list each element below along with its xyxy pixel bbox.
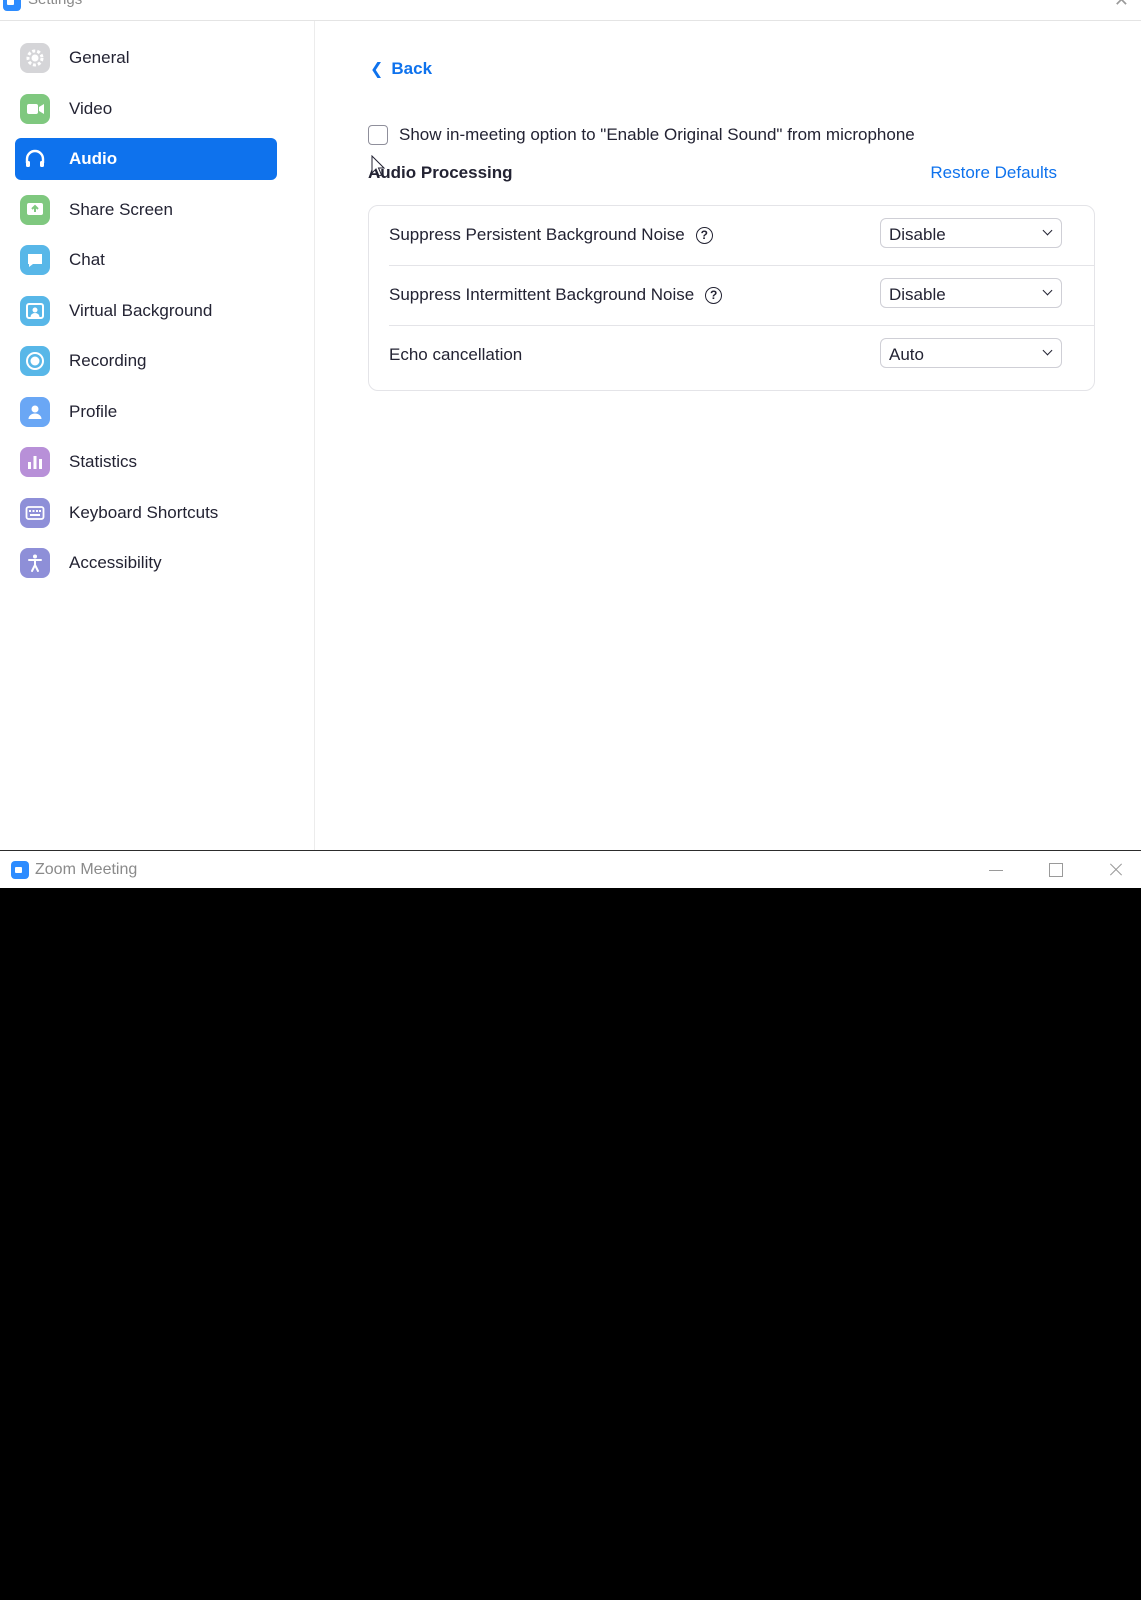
chevron-down-icon <box>1042 285 1053 296</box>
audio-settings-content: ❮ Back Show in-meeting option to "Enable… <box>315 21 1141 850</box>
restore-defaults-link[interactable]: Restore Defaults <box>930 163 1057 183</box>
help-icon[interactable]: ? <box>705 286 723 304</box>
sidebar-item-label: Recording <box>69 351 147 370</box>
help-icon[interactable]: ? <box>695 226 713 244</box>
gear-icon <box>20 43 50 73</box>
sidebar-item-chat[interactable]: Chat <box>15 239 277 281</box>
audio-processing-panel: Suppress Persistent Background Noise ? D… <box>368 205 1095 391</box>
suppress-intermittent-noise-select[interactable]: Disable <box>880 278 1062 308</box>
select-value: Disable <box>889 225 946 244</box>
accessibility-icon <box>20 548 50 578</box>
sidebar-item-statistics[interactable]: Statistics <box>15 441 277 483</box>
original-sound-label: Show in-meeting option to "Enable Origin… <box>399 125 915 144</box>
profile-icon <box>20 397 50 427</box>
sidebar-item-general[interactable]: General <box>15 37 277 79</box>
row-label-text: Echo cancellation <box>389 345 523 364</box>
sidebar-item-video[interactable]: Video <box>15 88 277 130</box>
select-value: Auto <box>889 345 924 364</box>
settings-window: Settings ✕ General Video Audio <box>0 0 1141 850</box>
chevron-left-icon: ❮ <box>370 61 384 78</box>
meeting-titlebar: Zoom Meeting <box>0 850 1141 888</box>
sidebar-item-label: Audio <box>69 149 118 168</box>
back-link[interactable]: ❮ Back <box>370 59 432 79</box>
share-screen-icon <box>20 195 50 225</box>
headphones-icon <box>20 144 50 174</box>
sidebar-item-label: Video <box>69 99 113 118</box>
sidebar-item-accessibility[interactable]: Accessibility <box>15 542 277 584</box>
sidebar-item-label: Chat <box>69 250 105 269</box>
sidebar-item-recording[interactable]: Recording <box>15 340 277 382</box>
recording-icon <box>20 346 50 376</box>
settings-sidebar: General Video Audio Share Screen Chat Vi… <box>0 21 315 850</box>
zoom-app-icon <box>3 0 21 11</box>
virtual-background-icon <box>20 296 50 326</box>
suppress-persistent-noise-select[interactable]: Disable <box>880 218 1062 248</box>
suppress-intermittent-noise-row: Suppress Intermittent Background Noise ?… <box>389 266 1094 326</box>
suppress-intermittent-noise-label: Suppress Intermittent Background Noise ? <box>389 285 723 305</box>
sidebar-item-label: General <box>69 48 130 67</box>
echo-cancellation-row: Echo cancellation Auto <box>389 326 1094 385</box>
sidebar-item-label: Accessibility <box>69 553 162 572</box>
zoom-app-icon <box>11 861 29 879</box>
sidebar-item-label: Share Screen <box>69 200 173 219</box>
echo-cancellation-label: Echo cancellation <box>389 345 522 365</box>
suppress-persistent-noise-row: Suppress Persistent Background Noise ? D… <box>389 206 1094 266</box>
row-label-text: Suppress Persistent Background Noise <box>389 225 685 244</box>
settings-close-icon[interactable]: ✕ <box>1114 0 1129 11</box>
statistics-icon <box>20 447 50 477</box>
minimize-icon[interactable] <box>966 851 1024 889</box>
maximize-icon[interactable] <box>1026 851 1084 889</box>
mouse-cursor-icon <box>371 155 386 177</box>
chat-bubble-icon <box>20 245 50 275</box>
echo-cancellation-select[interactable]: Auto <box>880 338 1062 368</box>
video-camera-icon <box>20 94 50 124</box>
sidebar-item-label: Profile <box>69 402 118 421</box>
meeting-video-area[interactable] <box>0 888 1141 1600</box>
sidebar-item-profile[interactable]: Profile <box>15 391 277 433</box>
select-value: Disable <box>889 285 946 304</box>
sidebar-item-share-screen[interactable]: Share Screen <box>15 189 277 231</box>
settings-window-title: Settings <box>28 0 82 8</box>
suppress-persistent-noise-label: Suppress Persistent Background Noise ? <box>389 225 713 245</box>
sidebar-item-label: Keyboard Shortcuts <box>69 503 219 522</box>
close-icon[interactable] <box>1086 851 1141 889</box>
sidebar-item-virtual-background[interactable]: Virtual Background <box>15 290 277 332</box>
row-label-text: Suppress Intermittent Background Noise <box>389 285 695 304</box>
back-label: Back <box>391 59 433 78</box>
settings-titlebar: Settings ✕ <box>0 0 1141 21</box>
sidebar-item-label: Statistics <box>69 452 138 471</box>
meeting-window-title: Zoom Meeting <box>35 861 138 878</box>
sidebar-item-audio[interactable]: Audio <box>15 138 277 180</box>
zoom-meeting-window: Zoom Meeting <box>0 850 1141 1600</box>
original-sound-option[interactable]: Show in-meeting option to "Enable Origin… <box>368 125 915 145</box>
sidebar-item-label: Virtual Background <box>69 301 213 320</box>
sidebar-item-keyboard-shortcuts[interactable]: Keyboard Shortcuts <box>15 492 277 534</box>
original-sound-checkbox[interactable] <box>368 125 388 145</box>
chevron-down-icon <box>1042 225 1053 236</box>
audio-processing-title: Audio Processing <box>368 163 513 182</box>
chevron-down-icon <box>1042 345 1053 356</box>
keyboard-icon <box>20 498 50 528</box>
